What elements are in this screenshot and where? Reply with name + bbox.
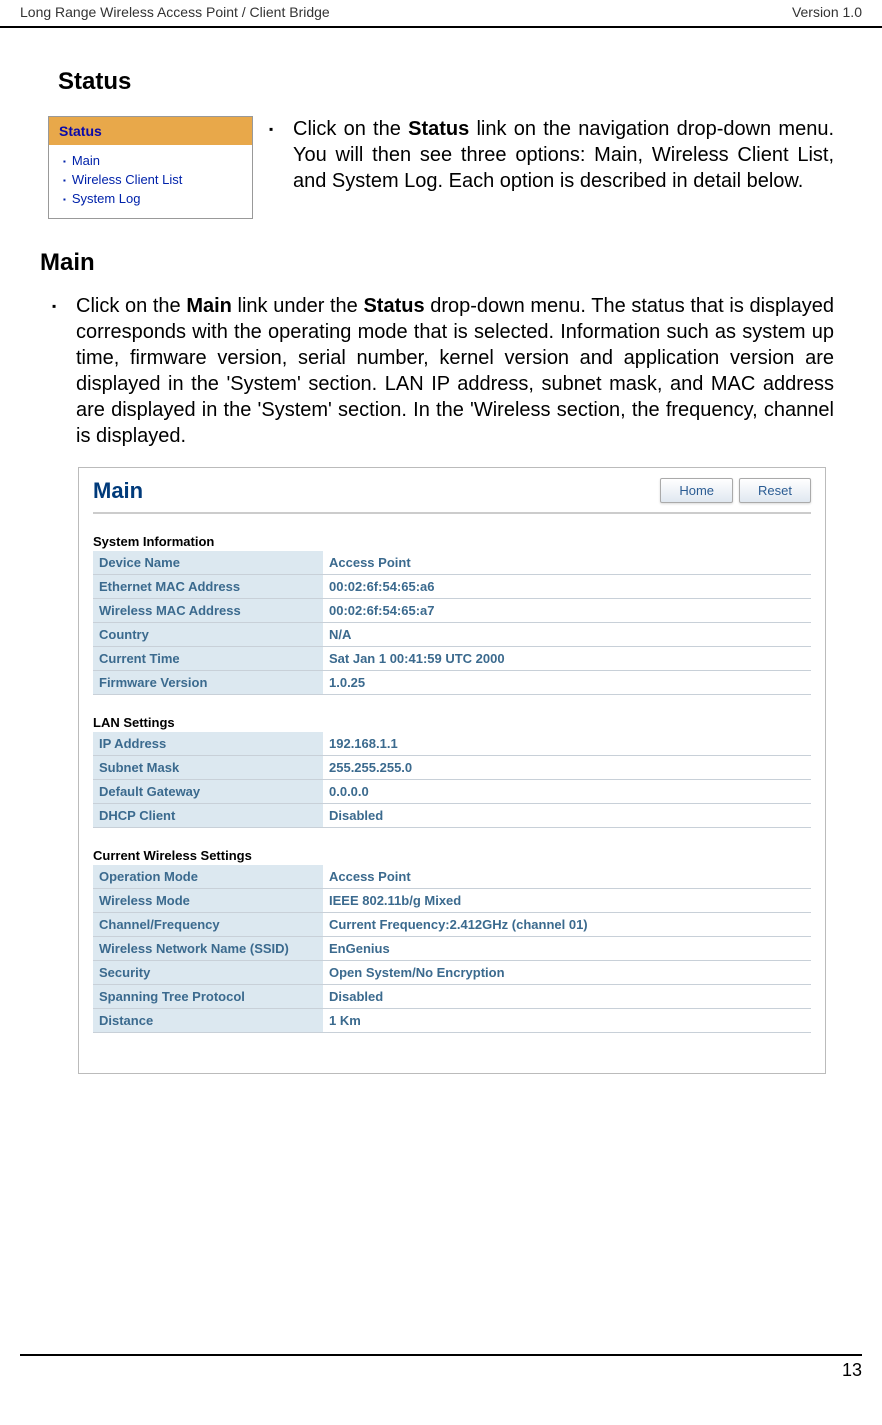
row-value: Disabled — [323, 804, 811, 828]
reset-button[interactable]: Reset — [739, 478, 811, 503]
row-key: Channel/Frequency — [93, 913, 323, 937]
row-key: Subnet Mask — [93, 756, 323, 780]
status-description: Click on the Status link on the navigati… — [283, 116, 834, 194]
header-left: Long Range Wireless Access Point / Clien… — [20, 4, 330, 20]
row-value: 00:02:6f:54:65:a7 — [323, 599, 811, 623]
table-row: IP Address192.168.1.1 — [93, 732, 811, 756]
row-key: Wireless Mode — [93, 889, 323, 913]
header-right: Version 1.0 — [792, 4, 862, 20]
page-number: 13 — [0, 1356, 882, 1401]
row-value: 0.0.0.0 — [323, 780, 811, 804]
row-value: Sat Jan 1 00:41:59 UTC 2000 — [323, 647, 811, 671]
row-value: 1 Km — [323, 1009, 811, 1033]
row-value: EnGenius — [323, 937, 811, 961]
system-information-table: Device NameAccess PointEthernet MAC Addr… — [93, 551, 811, 695]
row-key: Device Name — [93, 551, 323, 575]
main-desc-b2: Status — [363, 295, 424, 317]
main-heading: Main — [40, 249, 834, 277]
table-row: CountryN/A — [93, 623, 811, 647]
row-key: Distance — [93, 1009, 323, 1033]
table-row: Wireless MAC Address00:02:6f:54:65:a7 — [93, 599, 811, 623]
row-key: Country — [93, 623, 323, 647]
status-desc-bold: Status — [408, 118, 469, 140]
main-description: Click on the Main link under the Status … — [48, 293, 834, 449]
table-row: Ethernet MAC Address00:02:6f:54:65:a6 — [93, 575, 811, 599]
row-key: Wireless Network Name (SSID) — [93, 937, 323, 961]
status-menu-item-system-log[interactable]: System Log — [53, 189, 248, 208]
row-value: 00:02:6f:54:65:a6 — [323, 575, 811, 599]
row-value: Access Point — [323, 865, 811, 889]
table-row: Firmware Version1.0.25 — [93, 671, 811, 695]
wireless-settings-label: Current Wireless Settings — [93, 848, 811, 863]
status-desc-prefix: Click on the — [293, 118, 408, 140]
wireless-settings-table: Operation ModeAccess PointWireless ModeI… — [93, 865, 811, 1033]
page-header: Long Range Wireless Access Point / Clien… — [0, 0, 882, 28]
status-menu-list: Main Wireless Client List System Log — [49, 145, 252, 218]
lan-settings-table: IP Address192.168.1.1Subnet Mask255.255.… — [93, 732, 811, 828]
table-row: Distance1 Km — [93, 1009, 811, 1033]
row-value: Current Frequency:2.412GHz (channel 01) — [323, 913, 811, 937]
table-row: Spanning Tree ProtocolDisabled — [93, 985, 811, 1009]
status-nav-menu: Status Main Wireless Client List System … — [48, 116, 253, 219]
main-desc-p1: Click on the — [76, 295, 186, 317]
row-value: 255.255.255.0 — [323, 756, 811, 780]
status-menu-title: Status — [49, 117, 252, 145]
table-row: Wireless Network Name (SSID)EnGenius — [93, 937, 811, 961]
row-key: IP Address — [93, 732, 323, 756]
main-desc-p2: link under the — [232, 295, 364, 317]
row-value: 1.0.25 — [323, 671, 811, 695]
row-value: N/A — [323, 623, 811, 647]
main-desc-b1: Main — [186, 295, 232, 317]
table-row: Default Gateway0.0.0.0 — [93, 780, 811, 804]
row-value: Open System/No Encryption — [323, 961, 811, 985]
row-value: Access Point — [323, 551, 811, 575]
row-key: Wireless MAC Address — [93, 599, 323, 623]
panel-title: Main — [93, 478, 143, 504]
row-value: 192.168.1.1 — [323, 732, 811, 756]
home-button[interactable]: Home — [660, 478, 733, 503]
row-key: Firmware Version — [93, 671, 323, 695]
row-key: Default Gateway — [93, 780, 323, 804]
system-information-label: System Information — [93, 534, 811, 549]
table-row: Device NameAccess Point — [93, 551, 811, 575]
row-value: IEEE 802.11b/g Mixed — [323, 889, 811, 913]
table-row: Operation ModeAccess Point — [93, 865, 811, 889]
status-menu-item-wireless-client-list[interactable]: Wireless Client List — [53, 170, 248, 189]
row-key: Spanning Tree Protocol — [93, 985, 323, 1009]
row-key: Operation Mode — [93, 865, 323, 889]
lan-settings-label: LAN Settings — [93, 715, 811, 730]
status-menu-item-main[interactable]: Main — [53, 151, 248, 170]
row-key: Ethernet MAC Address — [93, 575, 323, 599]
table-row: Current TimeSat Jan 1 00:41:59 UTC 2000 — [93, 647, 811, 671]
table-row: Subnet Mask255.255.255.0 — [93, 756, 811, 780]
main-panel: Main Home Reset System Information Devic… — [78, 467, 826, 1074]
row-key: Current Time — [93, 647, 323, 671]
table-row: Channel/FrequencyCurrent Frequency:2.412… — [93, 913, 811, 937]
row-key: Security — [93, 961, 323, 985]
row-key: DHCP Client — [93, 804, 323, 828]
table-row: SecurityOpen System/No Encryption — [93, 961, 811, 985]
main-desc-p3: drop-down menu. The status that is displ… — [76, 295, 834, 447]
row-value: Disabled — [323, 985, 811, 1009]
status-heading: Status — [58, 68, 834, 96]
table-row: DHCP ClientDisabled — [93, 804, 811, 828]
table-row: Wireless ModeIEEE 802.11b/g Mixed — [93, 889, 811, 913]
